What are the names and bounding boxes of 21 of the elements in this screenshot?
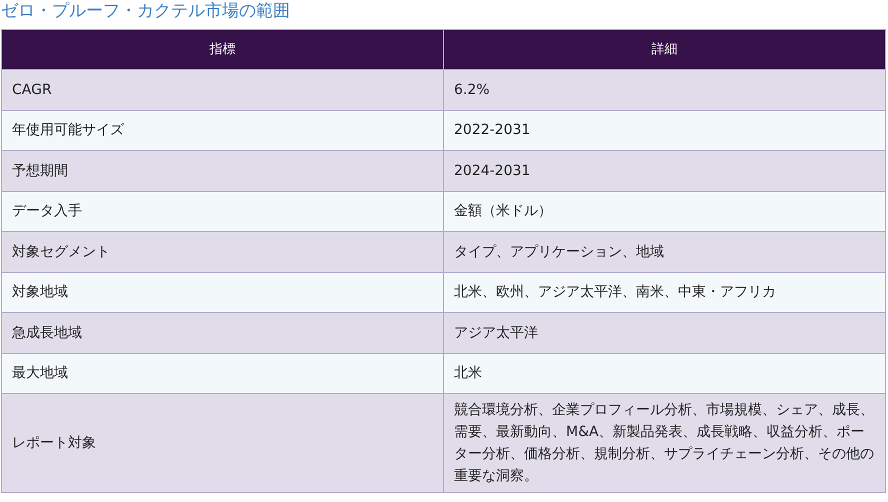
- table-cell: 北米、欧州、アジア太平洋、南米、中東・アフリカ: [444, 272, 886, 312]
- table-cell: 対象セグメント: [2, 232, 444, 272]
- table-cell: アジア太平洋: [444, 312, 886, 353]
- table-cell: レポート対象: [2, 394, 444, 492]
- table-cell: 2024-2031: [444, 150, 886, 191]
- table-cell: 最大地域: [2, 353, 444, 394]
- table-cell: 年使用可能サイズ: [2, 110, 444, 150]
- page-title: ゼロ・プルーフ・カクテル市場の範囲: [1, 0, 291, 22]
- table-cell: CAGR: [2, 70, 444, 110]
- table-cell: 金額（米ドル）: [444, 191, 886, 232]
- table-cell: 競合環境分析、企業プロフィール分析、市場規模、シェア、成長、需要、最新動向、M&A、新製品発表、成長戦略、収益分析、ポーター分析、価格分析、規制分析、サプライチェーン分析、その他の重要な洞察。: [444, 394, 886, 492]
- table-cell: データ入手: [2, 191, 444, 232]
- table-cell: タイプ、アプリケーション、地域: [444, 232, 886, 272]
- table-cell: 急成長地域: [2, 312, 444, 353]
- column-header: 詳細: [444, 30, 886, 70]
- table-cell: 北米: [444, 353, 886, 394]
- column-header: 指標: [2, 30, 444, 70]
- table-cell: 対象地域: [2, 272, 444, 312]
- table-cell: 6.2%: [444, 70, 886, 110]
- table-cell: 2022-2031: [444, 110, 886, 150]
- table-cell: 予想期間: [2, 150, 444, 191]
